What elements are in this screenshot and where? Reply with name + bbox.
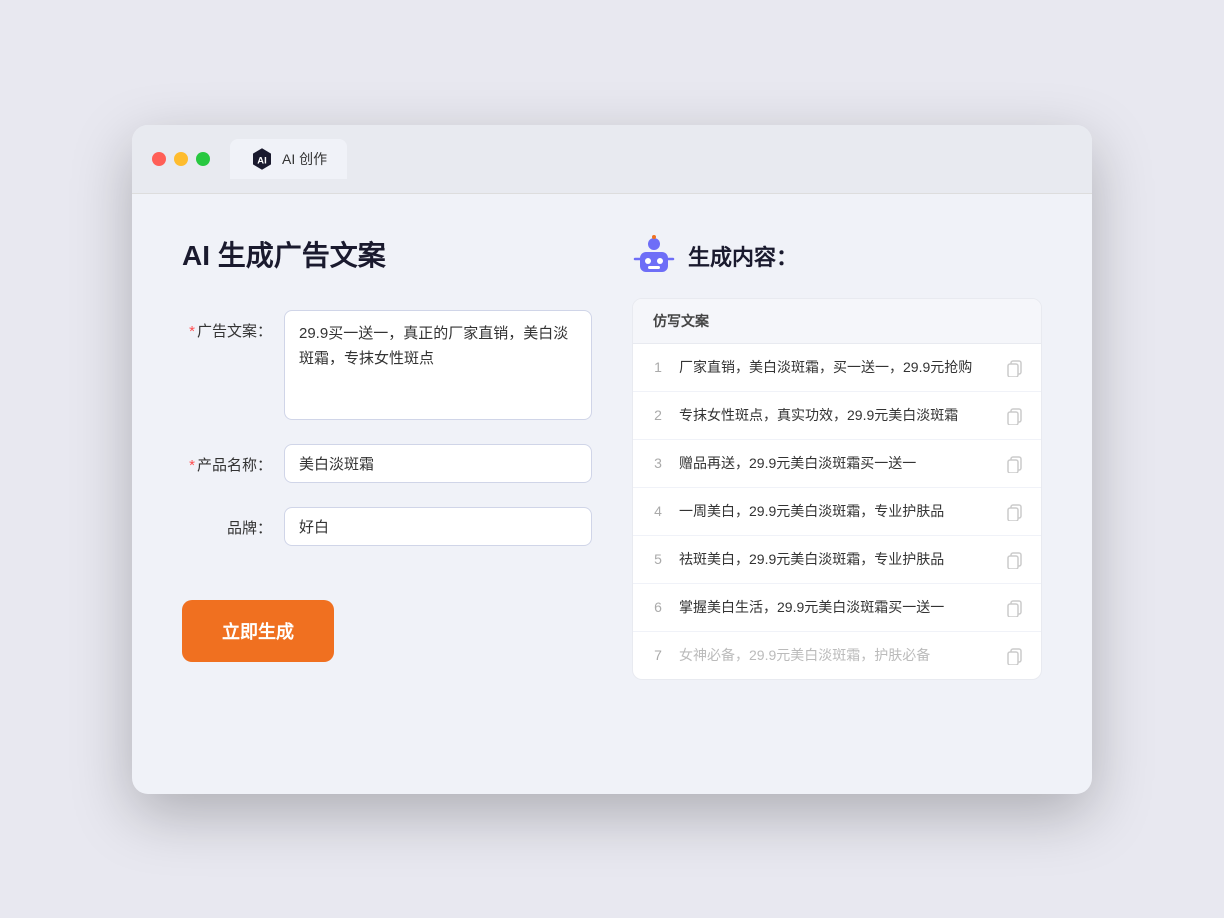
page-title: AI 生成广告文案: [182, 234, 592, 274]
right-header: 生成内容：: [632, 234, 1042, 278]
right-panel: 生成内容： 仿写文案 1 厂家直销，美白淡斑霜，买一送一，29.9元抢购 2 专抹女…: [632, 234, 1042, 754]
result-table: 仿写文案 1 厂家直销，美白淡斑霜，买一送一，29.9元抢购 2 专抹女性斑点，真实…: [632, 298, 1042, 680]
row-number: 1: [649, 359, 667, 375]
row-text: 赠品再送，29.9元美白淡斑霜买一送一: [679, 453, 993, 474]
copy-icon[interactable]: [1005, 405, 1025, 425]
generate-button[interactable]: 立即生成: [182, 600, 334, 662]
row-text: 女神必备，29.9元美白淡斑霜，护肤必备: [679, 645, 993, 666]
ad-copy-input[interactable]: 29.9买一送一，真正的厂家直销，美白淡斑霜，专抹女性斑点: [284, 310, 592, 420]
ai-tab-icon: AI: [250, 147, 274, 171]
brand-label: 品牌：: [182, 507, 272, 538]
copy-icon[interactable]: [1005, 357, 1025, 377]
copy-icon[interactable]: [1005, 453, 1025, 473]
right-title: 生成内容：: [688, 240, 798, 272]
row-number: 4: [649, 503, 667, 519]
left-panel: AI 生成广告文案 *广告文案： 29.9买一送一，真正的厂家直销，美白淡斑霜，…: [182, 234, 592, 754]
table-header: 仿写文案: [633, 299, 1041, 344]
table-row: 7 女神必备，29.9元美白淡斑霜，护肤必备: [633, 632, 1041, 679]
table-row: 5 祛斑美白，29.9元美白淡斑霜，专业护肤品: [633, 536, 1041, 584]
table-row: 4 一周美白，29.9元美白淡斑霜，专业护肤品: [633, 488, 1041, 536]
maximize-button[interactable]: [196, 152, 210, 166]
traffic-lights: [152, 152, 210, 166]
robot-icon: [632, 234, 676, 278]
row-number: 6: [649, 599, 667, 615]
tab-label: AI 创作: [282, 149, 327, 169]
row-number: 3: [649, 455, 667, 471]
close-button[interactable]: [152, 152, 166, 166]
table-row: 2 专抹女性斑点，真实功效，29.9元美白淡斑霜: [633, 392, 1041, 440]
row-text: 专抹女性斑点，真实功效，29.9元美白淡斑霜: [679, 405, 993, 426]
browser-tab[interactable]: AI AI 创作: [230, 139, 347, 179]
table-row: 6 掌握美白生活，29.9元美白淡斑霜买一送一: [633, 584, 1041, 632]
row-text: 一周美白，29.9元美白淡斑霜，专业护肤品: [679, 501, 993, 522]
brand-input[interactable]: 好白: [284, 507, 592, 546]
row-text: 掌握美白生活，29.9元美白淡斑霜买一送一: [679, 597, 993, 618]
required-star-2: *: [189, 457, 195, 474]
product-name-input[interactable]: 美白淡斑霜: [284, 444, 592, 483]
minimize-button[interactable]: [174, 152, 188, 166]
ad-copy-label: *广告文案：: [182, 310, 272, 341]
table-row: 3 赠品再送，29.9元美白淡斑霜买一送一: [633, 440, 1041, 488]
copy-icon[interactable]: [1005, 645, 1025, 665]
titlebar: AI AI 创作: [132, 125, 1092, 194]
product-name-group: *产品名称： 美白淡斑霜: [182, 444, 592, 483]
main-content: AI 生成广告文案 *广告文案： 29.9买一送一，真正的厂家直销，美白淡斑霜，…: [132, 194, 1092, 794]
ad-copy-group: *广告文案： 29.9买一送一，真正的厂家直销，美白淡斑霜，专抹女性斑点: [182, 310, 592, 420]
copy-icon[interactable]: [1005, 501, 1025, 521]
required-star: *: [189, 323, 195, 340]
browser-window: AI AI 创作 AI 生成广告文案 *广告文案： 29.9买一送一，真正的厂家…: [132, 125, 1092, 794]
row-number: 5: [649, 551, 667, 567]
product-name-label: *产品名称：: [182, 444, 272, 475]
copy-icon[interactable]: [1005, 597, 1025, 617]
row-number: 7: [649, 647, 667, 663]
row-text: 祛斑美白，29.9元美白淡斑霜，专业护肤品: [679, 549, 993, 570]
brand-group: 品牌： 好白: [182, 507, 592, 546]
copy-icon[interactable]: [1005, 549, 1025, 569]
svg-text:AI: AI: [257, 154, 266, 165]
row-text: 厂家直销，美白淡斑霜，买一送一，29.9元抢购: [679, 357, 993, 378]
table-row: 1 厂家直销，美白淡斑霜，买一送一，29.9元抢购: [633, 344, 1041, 392]
row-number: 2: [649, 407, 667, 423]
